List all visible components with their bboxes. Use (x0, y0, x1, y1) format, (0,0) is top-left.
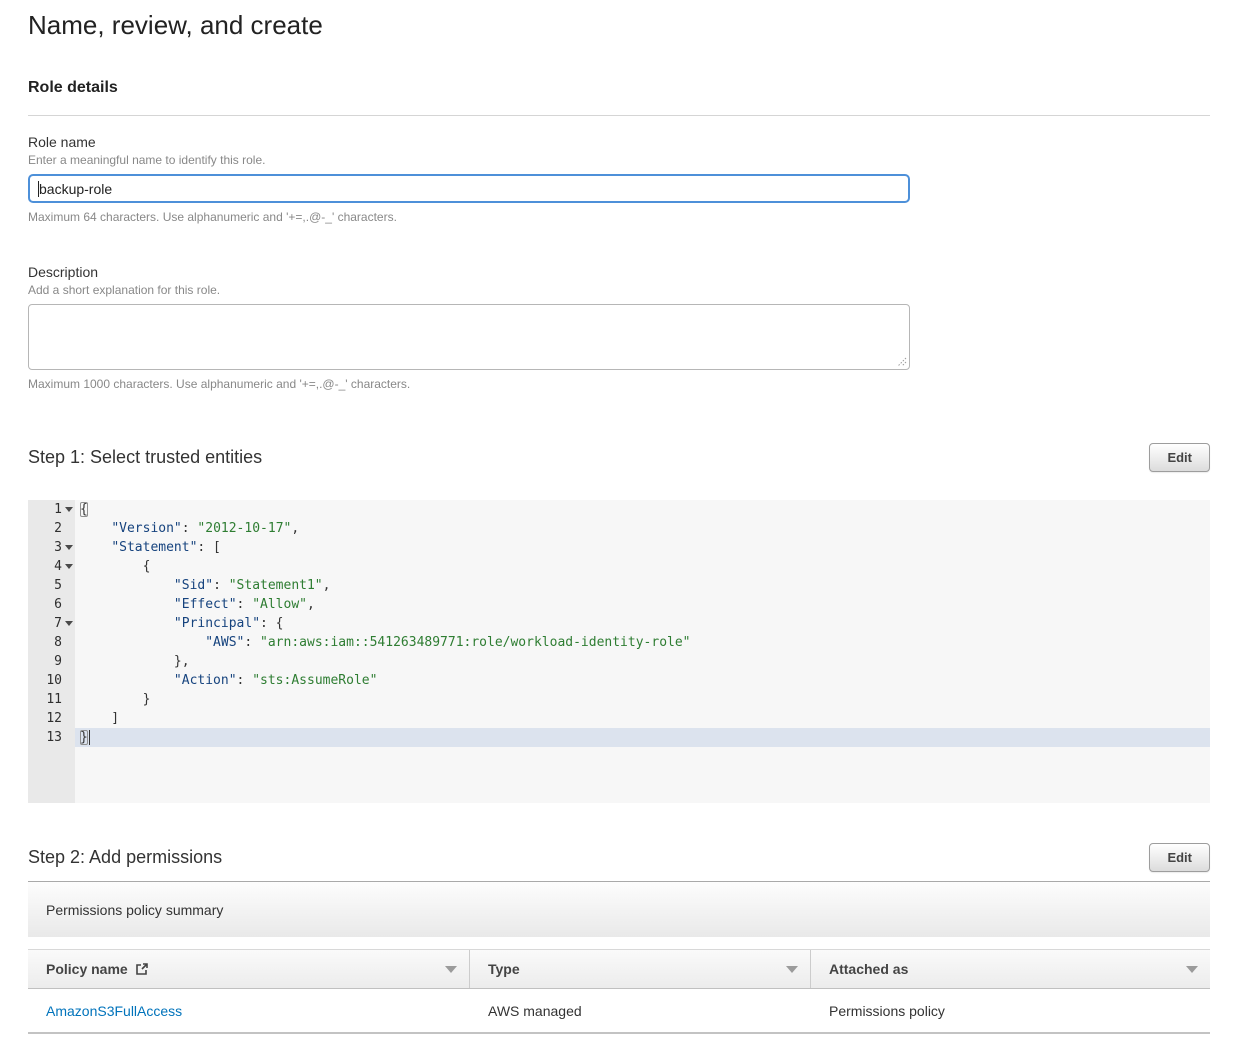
code-line: 5 "Sid": "Statement1", (28, 576, 1210, 595)
line-number: 1 (28, 500, 75, 519)
line-number: 2 (28, 519, 75, 538)
description-input[interactable] (28, 304, 910, 370)
description-help: Add a short explanation for this role. (28, 283, 1210, 297)
table-header-row: Policy name Type Attached as (28, 949, 1210, 989)
resize-gripper-icon[interactable] (896, 356, 907, 367)
code-line: 7 "Principal": { (28, 614, 1210, 633)
table-row: AmazonS3FullAccess AWS managed Permissio… (28, 989, 1210, 1034)
permissions-summary-panel: Permissions policy summary (28, 881, 1210, 937)
code-line: 10 "Action": "sts:AssumeRole" (28, 671, 1210, 690)
editor-empty-area (28, 747, 1210, 803)
column-header-policy-name[interactable]: Policy name (28, 950, 470, 988)
code-line: 3 "Statement": [ (28, 538, 1210, 557)
code-line: 8 "AWS": "arn:aws:iam::541263489771:role… (28, 633, 1210, 652)
fold-caret-icon[interactable] (62, 500, 75, 519)
column-label: Attached as (829, 961, 908, 977)
role-name-label: Role name (28, 134, 1210, 150)
role-name-value: backup-role (39, 181, 112, 197)
step2-header: Step 2: Add permissions Edit (28, 843, 1210, 872)
line-number: 10 (28, 671, 75, 690)
line-number: 11 (28, 690, 75, 709)
step1-heading: Step 1: Select trusted entities (28, 447, 262, 468)
step2-edit-button[interactable]: Edit (1149, 843, 1210, 872)
step2-heading: Step 2: Add permissions (28, 847, 222, 868)
role-name-help: Enter a meaningful name to identify this… (28, 153, 1210, 167)
sort-icon[interactable] (1186, 966, 1198, 973)
description-hint: Maximum 1000 characters. Use alphanumeri… (28, 377, 1210, 391)
code-line: 2 "Version": "2012-10-17", (28, 519, 1210, 538)
code-line: 9 }, (28, 652, 1210, 671)
line-number: 9 (28, 652, 75, 671)
column-label: Type (488, 961, 520, 977)
cell-attached-as: Permissions policy (811, 989, 1210, 1032)
sort-icon[interactable] (786, 966, 798, 973)
cell-type: AWS managed (470, 989, 811, 1032)
page: Name, review, and create Role details Ro… (0, 0, 1242, 1034)
page-title: Name, review, and create (28, 10, 1210, 41)
code-line: 1{ (28, 500, 1210, 519)
policy-name-link[interactable]: AmazonS3FullAccess (46, 1003, 182, 1019)
column-label: Policy name (46, 961, 128, 977)
editor-cursor (89, 730, 90, 745)
policy-editor[interactable]: 1{2 "Version": "2012-10-17",3 "Statement… (28, 500, 1210, 803)
line-number: 3 (28, 538, 75, 557)
sort-icon[interactable] (445, 966, 457, 973)
description-field: Description Add a short explanation for … (28, 264, 1210, 391)
column-header-attached-as[interactable]: Attached as (811, 950, 1210, 988)
code-line: 11 } (28, 690, 1210, 709)
fold-caret-icon[interactable] (62, 614, 75, 633)
step1-header: Step 1: Select trusted entities Edit (28, 443, 1210, 472)
code-line: 12 ] (28, 709, 1210, 728)
line-number: 6 (28, 595, 75, 614)
role-details-heading: Role details (28, 79, 1210, 97)
role-name-hint: Maximum 64 characters. Use alphanumeric … (28, 210, 1210, 224)
role-name-input[interactable]: backup-role (28, 174, 910, 203)
line-number: 5 (28, 576, 75, 595)
step1-edit-button[interactable]: Edit (1149, 443, 1210, 472)
permissions-summary-title: Permissions policy summary (46, 902, 223, 918)
cell-policy-name: AmazonS3FullAccess (28, 989, 470, 1032)
description-label: Description (28, 264, 1210, 280)
code-line: 4 { (28, 557, 1210, 576)
line-number: 13 (28, 728, 75, 747)
external-link-icon (135, 962, 149, 976)
permissions-table: Policy name Type Attached as (28, 949, 1210, 1034)
role-name-field: Role name Enter a meaningful name to ide… (28, 134, 1210, 224)
line-number: 8 (28, 633, 75, 652)
line-number: 4 (28, 557, 75, 576)
fold-caret-icon[interactable] (62, 538, 75, 557)
column-header-type[interactable]: Type (470, 950, 811, 988)
line-number: 12 (28, 709, 75, 728)
section-divider (28, 115, 1210, 116)
code-line: 13} (28, 728, 1210, 747)
line-number: 7 (28, 614, 75, 633)
code-line: 6 "Effect": "Allow", (28, 595, 1210, 614)
fold-caret-icon[interactable] (62, 557, 75, 576)
